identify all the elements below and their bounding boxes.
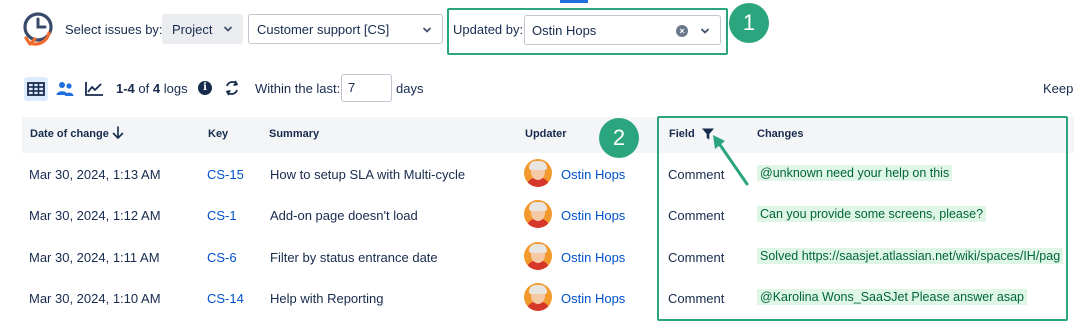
row-date: Mar 30, 2024, 1:11 AM: [29, 250, 160, 265]
count-range: 1-4: [116, 81, 135, 96]
row-summary: Filter by status entrance date: [270, 250, 438, 265]
chart-view-button[interactable]: [82, 77, 106, 101]
avatar: [524, 242, 552, 270]
row-summary: How to setup SLA with Multi-cycle: [270, 167, 466, 182]
history-logo-icon: [23, 12, 53, 46]
table-view-icon: [27, 82, 45, 96]
row-summary: Add-on page doesn't load: [270, 208, 418, 223]
updated-by-label: Updated by:: [453, 22, 524, 37]
top-accent-line: [560, 0, 588, 3]
row-key[interactable]: CS-14: [207, 291, 244, 306]
keep-label: Keep: [1043, 81, 1074, 96]
annotation-arrow-icon: [713, 135, 749, 186]
clear-icon[interactable]: ×: [676, 25, 688, 37]
header-updater: Updater: [525, 128, 567, 140]
days-label: days: [396, 81, 424, 96]
row-key[interactable]: CS-6: [207, 250, 237, 265]
log-count: 1-4 of 4 logs: [116, 81, 188, 96]
scope-dropdown[interactable]: Project: [162, 14, 243, 44]
chart-view-icon: [85, 82, 103, 96]
within-label: Within the last:: [255, 81, 341, 96]
sort-down-icon[interactable]: [112, 126, 124, 140]
row-updater[interactable]: Ostin Hops: [561, 250, 625, 265]
avatar: [524, 159, 552, 187]
header-date[interactable]: Date of change: [30, 128, 109, 140]
row-key[interactable]: CS-1: [207, 208, 237, 223]
select-issues-label: Select issues by:: [65, 22, 163, 37]
days-input[interactable]: 7: [341, 74, 392, 102]
chevron-down-icon: [224, 26, 232, 32]
row-updater[interactable]: Ostin Hops: [561, 291, 625, 306]
updated-by-dropdown[interactable]: Ostin Hops ×: [524, 15, 721, 45]
row-updater[interactable]: Ostin Hops: [561, 208, 625, 223]
scope-value: Project: [172, 21, 213, 37]
chevron-down-icon: [701, 28, 709, 34]
row-date: Mar 30, 2024, 1:10 AM: [29, 291, 161, 306]
info-icon[interactable]: i: [198, 81, 212, 95]
avatar: [524, 283, 552, 311]
people-view-button[interactable]: [53, 77, 77, 101]
count-unit: logs: [163, 81, 188, 96]
row-date: Mar 30, 2024, 1:13 AM: [29, 167, 161, 182]
row-date: Mar 30, 2024, 1:12 AM: [29, 208, 161, 223]
table-view-button[interactable]: [24, 77, 48, 101]
project-value: Customer support [CS]: [257, 21, 390, 37]
chevron-down-icon: [423, 27, 431, 33]
header-key: Key: [208, 128, 229, 140]
header-summary: Summary: [269, 128, 320, 140]
count-total: 4: [152, 81, 161, 96]
project-dropdown[interactable]: Customer support [CS]: [248, 14, 443, 44]
updated-by-value: Ostin Hops: [532, 22, 597, 38]
row-summary: Help with Reporting: [270, 291, 384, 306]
row-key[interactable]: CS-15: [207, 167, 244, 182]
people-view-icon: [56, 82, 74, 96]
annotation-badge-2: 2: [599, 118, 639, 158]
avatar: [524, 200, 552, 228]
refresh-icon[interactable]: [223, 79, 241, 97]
annotation-badge-1: 1: [729, 3, 769, 43]
count-of: of: [138, 81, 150, 96]
row-updater[interactable]: Ostin Hops: [561, 167, 625, 182]
